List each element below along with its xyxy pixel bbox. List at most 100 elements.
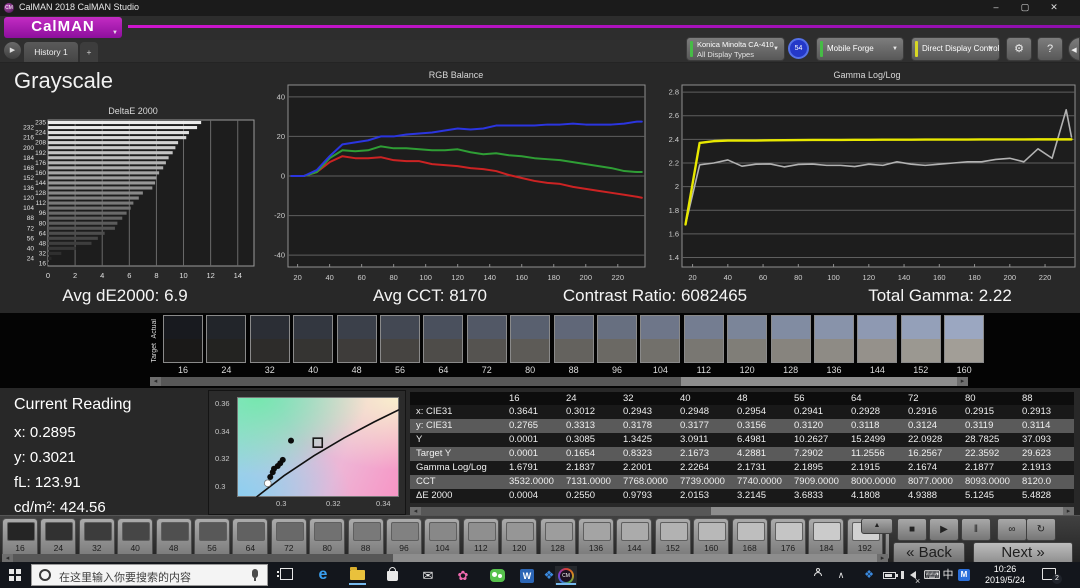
display-control-dropdown[interactable]: Direct Display Control ▼	[911, 37, 1000, 61]
pattern-button-96[interactable]: 96	[386, 518, 422, 559]
stop-button[interactable]: ■	[897, 518, 927, 541]
page-title: Grayscale	[14, 68, 113, 94]
tray-show-hidden-icons[interactable]: ∧	[832, 562, 850, 588]
swatch-level-label: 48	[336, 365, 378, 375]
taskbar-app-store[interactable]	[382, 566, 404, 585]
taskbar-app-word[interactable]: W	[516, 566, 538, 585]
deltae-bar-128	[48, 191, 143, 194]
help-button[interactable]: ?	[1037, 37, 1063, 61]
pause-button[interactable]: ‖	[961, 518, 991, 541]
tab-nav-button[interactable]: ▶	[4, 42, 21, 59]
pattern-button-128[interactable]: 128	[540, 518, 576, 559]
settings-button[interactable]: ⚙	[1006, 37, 1032, 61]
pattern-button-24[interactable]: 24	[40, 518, 76, 559]
pattern-gray-patch	[161, 522, 189, 541]
meter-dropdown[interactable]: Konica Minolta CA-410 All Display Types …	[686, 37, 785, 61]
notification-badge: 2	[1052, 574, 1062, 584]
tray-battery[interactable]	[880, 562, 900, 588]
pattern-button-56[interactable]: 56	[194, 518, 230, 559]
pattern-button-184[interactable]: 184	[808, 518, 844, 559]
tray-volume[interactable]: ×	[900, 562, 922, 588]
pattern-button-120[interactable]: 120	[501, 518, 537, 559]
svg-text:80: 80	[389, 273, 397, 282]
strip-scrollbar[interactable]	[161, 377, 957, 386]
play-button[interactable]: ▶	[929, 518, 959, 541]
tray-action-center[interactable]: 2	[1038, 562, 1062, 588]
taskbar-app-media[interactable]: ✿	[452, 566, 474, 585]
strip-scroll-right[interactable]: ▸	[957, 377, 968, 386]
table-cell: 16.2567	[903, 447, 960, 461]
pattern-level-label: 152	[656, 543, 690, 553]
taskbar-app-wechat[interactable]	[487, 566, 509, 585]
pattern-button-40[interactable]: 40	[117, 518, 153, 559]
pattern-button-72[interactable]: 72	[271, 518, 307, 559]
close-button[interactable]: ✕	[1041, 0, 1067, 16]
taskbar-app-edge[interactable]: e	[312, 566, 334, 585]
continuous-button[interactable]: ∞	[997, 518, 1027, 541]
pattern-button-144[interactable]: 144	[616, 518, 652, 559]
pattern-button-48[interactable]: 48	[156, 518, 192, 559]
taskbar-search-input[interactable]: 在这里输入你要搜索的内容	[31, 564, 268, 586]
pattern-button-88[interactable]: 88	[348, 518, 384, 559]
table-cell: 0.3012	[561, 405, 618, 419]
pattern-button-32[interactable]: 32	[79, 518, 115, 559]
summary-stats-row: Avg dE2000: 6.9 Avg CCT: 8170 Contrast R…	[0, 284, 1080, 312]
tray-clock[interactable]: 10:26 2019/5/24	[976, 564, 1034, 586]
pattern-gray-patch	[84, 522, 112, 541]
svg-text:120: 120	[451, 273, 464, 282]
swatch-104	[640, 315, 680, 363]
swatch-80	[510, 315, 550, 363]
strip-scroll-thumb[interactable]	[161, 377, 681, 386]
tray-ime-mode[interactable]: M	[956, 562, 974, 588]
deltae-bar-40	[48, 247, 75, 250]
loop-button[interactable]: ↻	[1026, 518, 1056, 541]
deltae-bar-208	[48, 141, 178, 144]
swatch-actual	[511, 316, 549, 339]
tray-people-button[interactable]	[808, 562, 830, 588]
pattern-button-104[interactable]: 104	[424, 518, 460, 559]
pattern-button-136[interactable]: 136	[578, 518, 614, 559]
taskbar-app-calman[interactable]	[555, 566, 577, 585]
tray-ime-indicator[interactable]: 中	[940, 562, 956, 588]
swatch-target	[207, 339, 245, 362]
svg-text:176: 176	[35, 160, 46, 167]
maximize-button[interactable]: ▢	[1012, 0, 1038, 16]
start-button[interactable]	[0, 562, 30, 588]
pattern-button-16[interactable]: 16	[2, 518, 38, 559]
pattern-button-168[interactable]: 168	[732, 518, 768, 559]
grayscale-swatch-strip: Actual Target 16243240485664728088961041…	[0, 313, 1080, 388]
swatch-actual	[294, 316, 332, 339]
svg-text:56: 56	[27, 235, 35, 242]
deltae-bar-200	[48, 146, 175, 149]
pattern-button-176[interactable]: 176	[770, 518, 806, 559]
calman-logo-menu[interactable]: CalMAN ▼	[4, 17, 122, 38]
pattern-button-64[interactable]: 64	[232, 518, 268, 559]
meter-sync-badge[interactable]: 54	[788, 38, 809, 59]
svg-text:60: 60	[357, 273, 365, 282]
minimize-button[interactable]: –	[983, 0, 1009, 16]
swatch-56	[380, 315, 420, 363]
pattern-button-112[interactable]: 112	[463, 518, 499, 559]
taskbar-app-mail[interactable]: ✉	[417, 566, 439, 585]
task-view-button[interactable]	[276, 566, 298, 585]
swatch-target	[728, 339, 766, 362]
tray-cloud-app[interactable]: ❖	[860, 562, 878, 588]
pattern-button-80[interactable]: 80	[309, 518, 345, 559]
tray-touch-keyboard[interactable]: ⌨	[922, 562, 942, 588]
tab-history-1[interactable]: History 1	[24, 42, 78, 62]
tab-add-button[interactable]: +	[80, 42, 98, 62]
taskbar-app-file-explorer[interactable]	[347, 566, 369, 585]
pattern-button-152[interactable]: 152	[655, 518, 691, 559]
source-dropdown[interactable]: Mobile Forge ▼	[816, 37, 904, 61]
pattern-level-label: 120	[502, 543, 536, 553]
swatch-target	[685, 339, 723, 362]
strip-scroll-left[interactable]: ◂	[150, 377, 161, 386]
back-button[interactable]: « Back	[893, 542, 965, 564]
expand-patterns-button[interactable]: ▲	[861, 518, 893, 534]
swatch-actual	[685, 316, 723, 339]
collapse-panel-button[interactable]: ◀	[1068, 37, 1080, 61]
gear-icon: ⚙	[1014, 43, 1024, 55]
pattern-button-160[interactable]: 160	[693, 518, 729, 559]
table-cell: 0.2954	[732, 405, 789, 419]
next-button[interactable]: Next »	[973, 542, 1073, 564]
